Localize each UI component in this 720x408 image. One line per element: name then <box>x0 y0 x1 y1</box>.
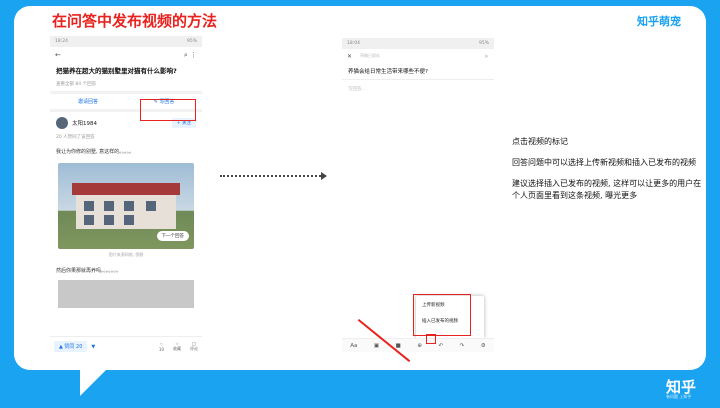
status-bar: 18:04 95% <box>342 38 494 49</box>
status-battery: 95% <box>186 39 197 44</box>
avatar[interactable] <box>56 117 68 130</box>
editor-toolbar: Aa ▣ ■ ⊕ ↶ ↷ ⚙ <box>342 338 494 352</box>
draft-hint: 草稿已保存 <box>360 53 381 58</box>
flow-arrow-head <box>321 172 327 180</box>
like-button[interactable]: ♡ 10 <box>159 342 164 352</box>
zhihu-pets-badge: 知乎萌宠 <box>631 8 687 34</box>
phone-question-page: 18:24 95% ← ⌕ ⋮ 把猫养在超大的猫别墅里对猫有什么影响? 查看全部… <box>50 36 202 356</box>
more-icon[interactable]: ⋮ <box>190 51 197 59</box>
favorite-label: 收藏 <box>173 346 181 351</box>
flow-arrow-line <box>220 175 324 177</box>
answer-textarea[interactable]: 写回答... <box>342 80 494 98</box>
status-time: 18:24 <box>55 39 68 44</box>
note-1: 点击视频的标记 <box>512 137 568 146</box>
video-icon[interactable]: ■ <box>396 343 401 349</box>
house-image[interactable]: 下一个回答 <box>58 163 194 250</box>
status-battery: 95% <box>478 41 489 46</box>
editor-question: 养猫会给日常生活带来哪些不便? <box>342 63 494 80</box>
house-roof <box>72 183 180 196</box>
author-name[interactable]: 太阳1984 <box>72 119 97 127</box>
text-format-button[interactable]: Aa <box>350 343 357 349</box>
favorite-button[interactable]: ☆ 收藏 <box>173 341 181 352</box>
close-icon[interactable]: ✕ <box>347 53 352 60</box>
status-bar: 18:24 95% <box>50 36 202 47</box>
disagree-button[interactable]: ▼ <box>91 344 95 350</box>
house-window <box>124 215 134 226</box>
nav-actions: ⌕ ⋮ <box>184 51 197 60</box>
answer-count[interactable]: 查看全部 84 个回答 <box>50 79 202 95</box>
add-icon[interactable]: ⊕ <box>417 343 422 349</box>
comment-button[interactable]: ◯ 评论 <box>190 341 198 352</box>
answer-text-2: 然后你果那就再养吗。。。。。。。 <box>56 268 122 275</box>
answer-image-2[interactable] <box>58 280 194 309</box>
agree-button[interactable]: ▲ 赞同 20 <box>54 341 88 352</box>
comment-label: 评论 <box>190 346 198 351</box>
top-nav: ← ⌕ ⋮ <box>50 47 202 63</box>
video-icon-highlight <box>426 334 436 344</box>
image-caption: 图片来源网络, 侵删 <box>108 252 144 258</box>
house-window <box>104 201 114 212</box>
corner-zhihu-slogan: 有问题 上知乎 <box>666 394 692 399</box>
write-answer-highlight <box>140 99 196 121</box>
note-3: 建议选择插入已发布的视频, 这样可以让更多的用户在个人页面里看到这条视频, 曝光… <box>512 179 702 200</box>
invite-answer-button[interactable]: 邀请回答 <box>50 94 126 109</box>
house-window <box>146 201 156 212</box>
bottom-bar: ▲ 赞同 20 ▼ ♡ 10 ☆ 收藏 ◯ 评论 <box>50 336 202 356</box>
undo-icon[interactable]: ↶ <box>438 343 443 349</box>
slide-title: 在问答中发布视频的方法 <box>52 12 218 30</box>
redo-icon[interactable]: ↷ <box>460 343 465 349</box>
house-window <box>84 201 94 212</box>
house-window <box>84 215 94 226</box>
like-count: 10 <box>158 346 164 352</box>
question-title[interactable]: 把猫养在超大的猫别墅里对猫有什么影响? <box>50 63 202 79</box>
image-icon[interactable]: ▣ <box>374 343 379 349</box>
instruction-notes: 点击视频的标记 回答问题中可以选择上传新视频和插入已发布的视频 建议选择插入已发… <box>512 136 702 211</box>
speech-bubble-tail <box>80 366 110 396</box>
zhihu-logo: 知乎 <box>574 10 631 40</box>
editor-nav: ✕ 草稿已保存 ➤ <box>342 49 494 63</box>
settings-icon[interactable]: ⚙ <box>481 343 486 349</box>
answer-text-1: 我让为你修的别墅, 意这样的。。。。。 <box>56 149 135 156</box>
search-icon[interactable]: ⌕ <box>184 51 188 59</box>
video-menu-highlight <box>413 294 471 336</box>
house-window <box>104 215 114 226</box>
back-arrow-icon[interactable]: ← <box>55 51 61 59</box>
house-window <box>124 201 134 212</box>
status-time: 18:04 <box>347 41 360 46</box>
note-2: 回答问题中可以选择上传新视频和插入已发布的视频 <box>512 158 696 167</box>
invite-label: 邀请回答 <box>77 99 98 106</box>
next-answer-button[interactable]: 下一个回答 <box>156 231 189 242</box>
send-icon[interactable]: ➤ <box>484 53 489 60</box>
